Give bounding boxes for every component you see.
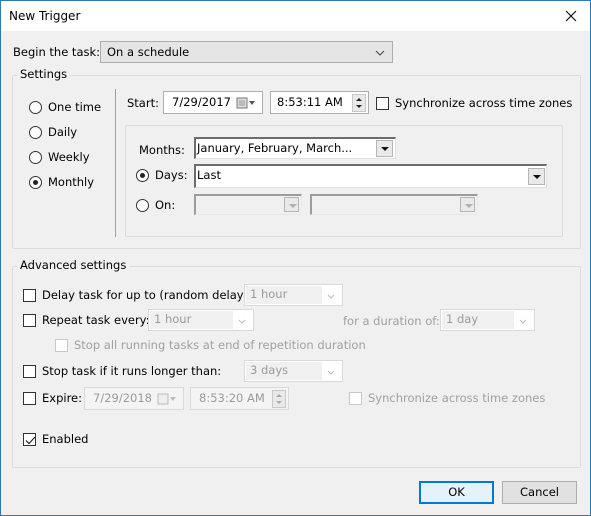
delay-task-select[interactable]: 1 hour (244, 284, 343, 306)
expire-sync-checkbox[interactable] (349, 392, 362, 405)
window-title: New Trigger (9, 9, 81, 23)
on-day-dropdown-button[interactable] (460, 197, 475, 212)
expire-checkbox[interactable] (23, 392, 36, 405)
radio-weekly-label: Weekly (48, 150, 90, 164)
on-week-select[interactable] (194, 194, 302, 215)
duration-label: for a duration of: (343, 314, 440, 328)
stop-all-tasks-label: Stop all running tasks at end of repetit… (74, 338, 366, 352)
sync-time-zones-checkbox[interactable] (376, 97, 389, 110)
expire-time-value: 8:53:20 AM (199, 391, 265, 405)
calendar-icon[interactable] (157, 393, 179, 405)
begin-task-select[interactable]: On a schedule (100, 41, 393, 63)
chevron-down-icon (375, 50, 385, 56)
start-time-field[interactable]: 8:53:11 AM (270, 91, 369, 114)
radio-one-time-label: One time (48, 100, 102, 114)
chevron-down-icon (327, 370, 335, 375)
sync-time-zones-label: Synchronize across time zones (395, 96, 573, 110)
days-dropdown-button[interactable] (528, 168, 545, 185)
radio-on[interactable] (136, 199, 149, 212)
days-label: Days: (155, 168, 188, 182)
months-label: Months: (139, 143, 185, 157)
expire-sync-label: Synchronize across time zones (368, 391, 546, 405)
start-date-picker[interactable]: 7/29/2017 (163, 91, 263, 114)
begin-task-label: Begin the task: (13, 45, 101, 59)
stop-task-checkbox[interactable] (23, 365, 36, 378)
start-date-value: 7/29/2017 (172, 95, 231, 109)
checkmark-icon (25, 436, 36, 445)
new-trigger-dialog: New Trigger Begin the task: On a schedul… (0, 0, 591, 516)
stop-task-label: Stop task if it runs longer than: (42, 364, 222, 378)
chevron-down-icon (327, 294, 335, 299)
days-select[interactable]: Last (194, 164, 547, 188)
expire-date-picker[interactable]: 7/29/2018 (84, 387, 184, 410)
repeat-task-select[interactable]: 1 hour (148, 309, 254, 331)
radio-daily-label: Daily (48, 125, 78, 139)
expire-time-spinner[interactable] (272, 390, 286, 408)
title-bar: New Trigger (1, 1, 590, 31)
on-day-select[interactable] (310, 194, 478, 215)
close-icon[interactable] (560, 5, 582, 27)
duration-select[interactable]: 1 day (440, 309, 535, 331)
duration-value: 1 day (446, 312, 479, 326)
on-label: On: (155, 198, 176, 212)
radio-monthly-label: Monthly (48, 175, 95, 189)
delay-task-value: 1 hour (250, 287, 288, 301)
cancel-button[interactable]: Cancel (502, 481, 577, 504)
chevron-down-icon (519, 319, 527, 324)
months-dropdown-button[interactable] (376, 140, 393, 157)
start-label: Start: (127, 96, 159, 110)
calendar-icon[interactable] (236, 97, 258, 109)
expire-date-value: 7/29/2018 (93, 391, 152, 405)
chevron-down-icon (238, 319, 246, 324)
start-time-value: 8:53:11 AM (277, 95, 343, 109)
radio-days[interactable] (136, 169, 149, 182)
radio-one-time[interactable] (29, 101, 42, 114)
stop-task-select[interactable]: 3 days (244, 360, 343, 382)
enabled-label: Enabled (42, 432, 89, 446)
delay-task-label: Delay task for up to (random delay): (42, 288, 252, 302)
repeat-task-checkbox[interactable] (23, 314, 36, 327)
start-time-spinner[interactable] (352, 94, 366, 112)
settings-group-title: Settings (17, 67, 71, 81)
repeat-task-label: Repeat task every: (42, 313, 150, 327)
ok-button[interactable]: OK (419, 481, 494, 504)
on-week-dropdown-button[interactable] (284, 197, 299, 212)
radio-weekly[interactable] (29, 151, 42, 164)
repeat-task-value: 1 hour (154, 312, 192, 326)
days-value: Last (197, 168, 221, 182)
delay-task-checkbox[interactable] (23, 289, 36, 302)
advanced-settings-title: Advanced settings (17, 258, 130, 272)
vertical-divider (115, 89, 116, 237)
months-value: January, February, March... (197, 141, 353, 155)
begin-task-value: On a schedule (107, 45, 190, 59)
stop-all-tasks-checkbox[interactable] (55, 339, 68, 352)
expire-time-field[interactable]: 8:53:20 AM (190, 387, 289, 410)
radio-monthly[interactable] (29, 176, 42, 189)
radio-daily[interactable] (29, 126, 42, 139)
stop-task-value: 3 days (250, 363, 289, 377)
expire-label: Expire: (42, 391, 82, 405)
enabled-checkbox[interactable] (23, 433, 36, 446)
months-select[interactable]: January, February, March... (194, 137, 396, 159)
